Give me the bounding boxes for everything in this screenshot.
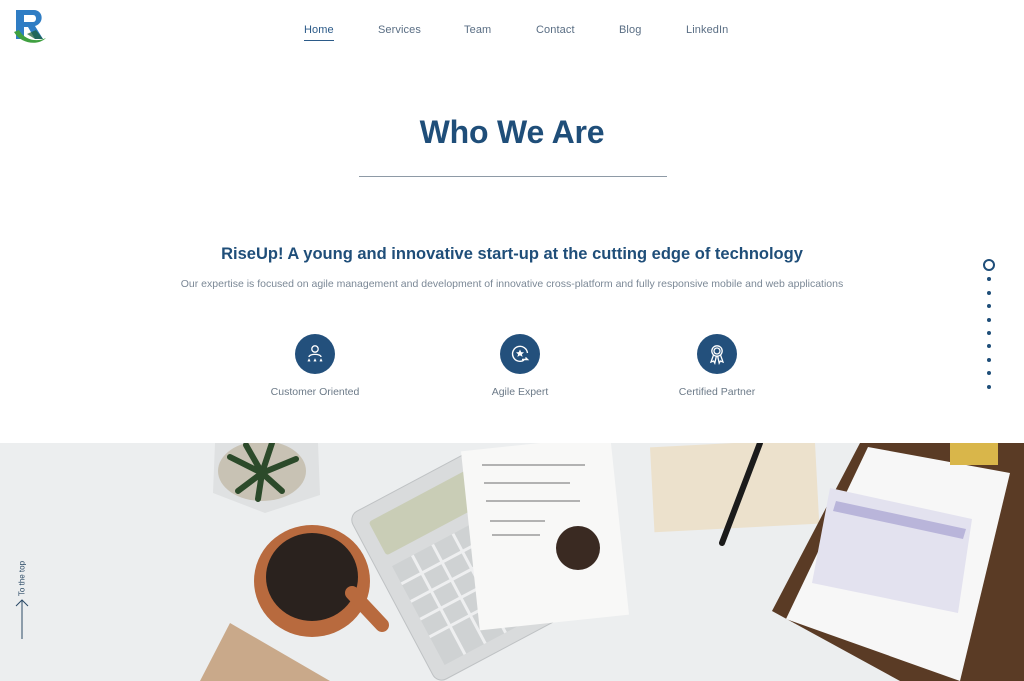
feature-certified-partner: Certified Partner xyxy=(637,334,797,398)
award-ribbon-icon xyxy=(697,334,737,374)
section-dot[interactable] xyxy=(987,344,991,348)
section-dot[interactable] xyxy=(987,291,991,295)
office-desk-photo xyxy=(0,443,1024,681)
section-dot-active[interactable] xyxy=(983,259,995,271)
section-dot[interactable] xyxy=(987,371,991,375)
main-nav: Home Services Team Contact Blog LinkedIn xyxy=(0,24,1024,44)
feature-label: Certified Partner xyxy=(678,386,756,398)
scroll-to-top-button[interactable]: To the top xyxy=(12,552,32,640)
section-dot[interactable] xyxy=(987,385,991,389)
nav-item-home[interactable]: Home xyxy=(304,24,334,41)
title-divider xyxy=(359,176,667,177)
section-dot-nav xyxy=(983,259,995,391)
nav-item-contact[interactable]: Contact xyxy=(536,24,575,36)
feature-agile-expert: Agile Expert xyxy=(440,334,600,398)
section-dot[interactable] xyxy=(987,358,991,362)
feature-label: Customer Oriented xyxy=(270,386,360,398)
feature-label: Agile Expert xyxy=(491,386,549,398)
section-dot[interactable] xyxy=(987,277,991,281)
arrow-up-icon xyxy=(15,599,29,639)
feature-customer-oriented: Customer Oriented xyxy=(235,334,395,398)
nav-item-services[interactable]: Services xyxy=(378,24,421,36)
customer-rating-icon xyxy=(295,334,335,374)
section-dot[interactable] xyxy=(987,331,991,335)
section-dot[interactable] xyxy=(987,318,991,322)
nav-item-blog[interactable]: Blog xyxy=(619,24,641,36)
section-subtitle: RiseUp! A young and innovative start-up … xyxy=(221,245,803,263)
section-title: Who We Are xyxy=(419,114,605,150)
nav-item-linkedin[interactable]: LinkedIn xyxy=(686,24,728,36)
site-header: Home Services Team Contact Blog LinkedIn xyxy=(0,0,1024,62)
nav-item-team[interactable]: Team xyxy=(464,24,491,36)
section-description: Our expertise is focused on agile manage… xyxy=(180,278,844,290)
section-dot[interactable] xyxy=(987,304,991,308)
agile-star-cycle-icon xyxy=(500,334,540,374)
